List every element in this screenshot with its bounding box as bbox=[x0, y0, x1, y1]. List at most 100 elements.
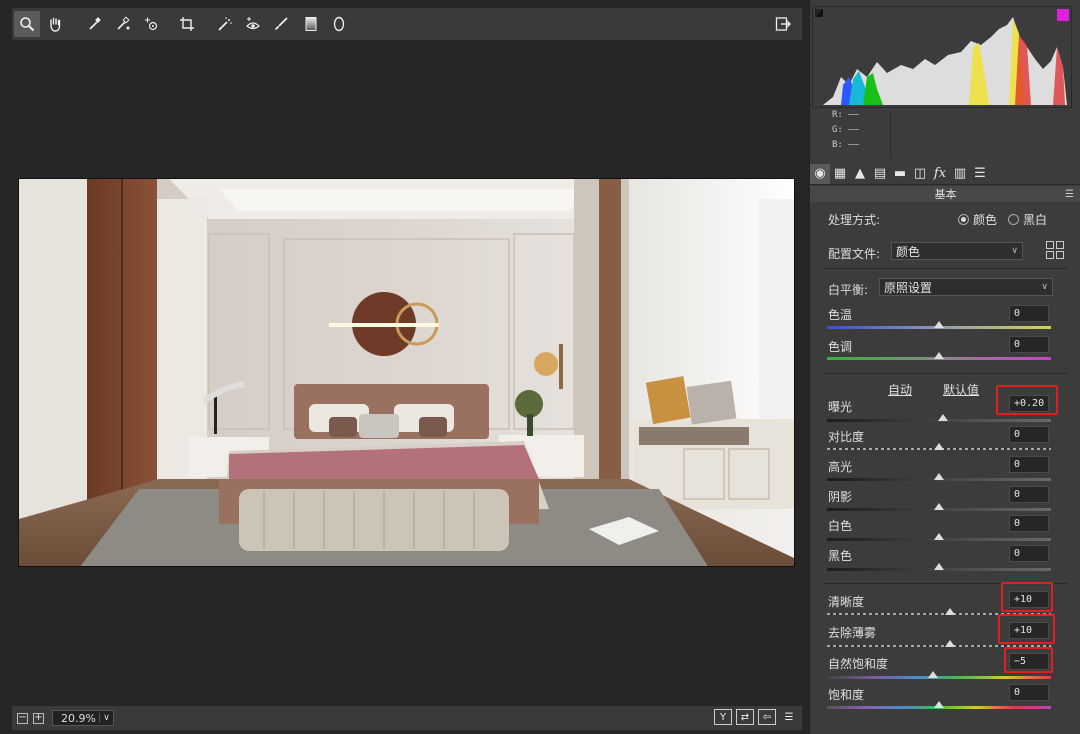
open-preferences-icon[interactable] bbox=[770, 11, 796, 37]
hand-icon[interactable] bbox=[42, 11, 68, 37]
tab-basic-icon[interactable]: ◉ bbox=[810, 163, 830, 184]
r-value: —— bbox=[848, 110, 860, 120]
highlights-slider[interactable] bbox=[827, 473, 1051, 481]
zoom-icon[interactable] bbox=[14, 11, 40, 37]
temp-input[interactable]: 0 bbox=[1009, 305, 1049, 322]
slider-thumb[interactable] bbox=[934, 443, 944, 450]
g-value: —— bbox=[848, 125, 860, 135]
slider-thumb[interactable] bbox=[928, 671, 939, 678]
saturation-input[interactable]: 0 bbox=[1009, 684, 1049, 701]
treatment-color-radio[interactable]: 颜色 bbox=[958, 211, 997, 228]
vibrance-slider[interactable] bbox=[827, 671, 1051, 679]
r-label: R: bbox=[832, 110, 843, 120]
tint-slider[interactable] bbox=[827, 352, 1051, 360]
highlight-box bbox=[998, 614, 1055, 644]
wb-value: 原照设置 bbox=[884, 280, 933, 295]
zoom-out-button[interactable]: − bbox=[17, 712, 28, 724]
tint-input[interactable]: 0 bbox=[1009, 336, 1049, 353]
target-adjust-icon[interactable] bbox=[138, 11, 164, 37]
shadows-slider[interactable] bbox=[827, 503, 1051, 511]
slider-thumb[interactable] bbox=[934, 701, 944, 708]
slider-thumb[interactable] bbox=[934, 533, 944, 540]
slider-thumb[interactable] bbox=[934, 563, 944, 570]
g-label: G: bbox=[832, 125, 843, 135]
profile-browser-icon[interactable] bbox=[1046, 241, 1064, 259]
highlight-box bbox=[996, 385, 1058, 415]
treatment-label: 处理方式: bbox=[828, 213, 881, 227]
chevron-down-icon: ∨ bbox=[1011, 246, 1018, 256]
tab-presets-icon[interactable]: ☰ bbox=[970, 164, 990, 184]
temp-slider[interactable] bbox=[827, 321, 1051, 329]
copy-settings-button[interactable]: ⇦ bbox=[758, 709, 776, 725]
shadows-input[interactable]: 0 bbox=[1009, 486, 1049, 503]
slider-thumb[interactable] bbox=[934, 352, 944, 359]
profile-value: 颜色 bbox=[896, 244, 921, 259]
b-value: —— bbox=[848, 140, 860, 150]
white-balance-select[interactable]: 原照设置 ∨ bbox=[879, 278, 1053, 296]
blacks-label: 黑色 bbox=[828, 549, 853, 563]
histogram bbox=[812, 6, 1072, 108]
zoom-level-value: 20.9% bbox=[61, 711, 96, 725]
contrast-slider[interactable] bbox=[827, 443, 1051, 450]
divider bbox=[890, 112, 891, 158]
blacks-input[interactable]: 0 bbox=[1009, 545, 1049, 562]
highlights-label: 高光 bbox=[828, 460, 853, 474]
adjustments-panel: R: —— G: —— B: —— ◉ ▦ ▲ ▤ ▬ ◫ fx ▥ ☰ 基本 … bbox=[809, 0, 1080, 734]
tab-lens-icon[interactable]: ◫ bbox=[910, 164, 930, 184]
wb-label: 白平衡: bbox=[828, 283, 869, 297]
spot-removal-icon[interactable] bbox=[212, 11, 238, 37]
auto-link[interactable]: 自动 bbox=[888, 381, 912, 398]
zoom-in-button[interactable]: + bbox=[33, 712, 44, 724]
panel-tabs: ◉ ▦ ▲ ▤ ▬ ◫ fx ▥ ☰ bbox=[810, 163, 1080, 185]
toolbar bbox=[12, 8, 802, 40]
contrast-label: 对比度 bbox=[828, 430, 865, 444]
radio-on-icon bbox=[958, 214, 969, 225]
saturation-slider[interactable] bbox=[827, 701, 1051, 709]
white-balance-icon[interactable] bbox=[82, 11, 108, 37]
tab-calibration-icon[interactable]: ▥ bbox=[950, 164, 970, 184]
slider-thumb[interactable] bbox=[934, 473, 944, 480]
b-label: B: bbox=[832, 140, 843, 150]
swap-settings-button[interactable]: ⇄ bbox=[736, 709, 754, 725]
graduated-filter-icon[interactable] bbox=[298, 11, 324, 37]
tab-split-toning-icon[interactable]: ▬ bbox=[890, 164, 910, 184]
vibrance-label: 自然饱和度 bbox=[828, 657, 889, 671]
slider-thumb[interactable] bbox=[938, 414, 949, 421]
dehaze-label: 去除薄雾 bbox=[828, 626, 877, 640]
default-link[interactable]: 默认值 bbox=[943, 381, 979, 398]
exposure-slider[interactable] bbox=[827, 414, 1051, 422]
blacks-slider[interactable] bbox=[827, 563, 1051, 571]
preview-canvas[interactable] bbox=[12, 40, 802, 706]
crop-icon[interactable] bbox=[174, 11, 200, 37]
panel-menu-icon[interactable]: ☰ bbox=[1065, 189, 1074, 200]
slider-thumb[interactable] bbox=[934, 503, 944, 510]
whites-slider[interactable] bbox=[827, 533, 1051, 541]
red-eye-icon[interactable] bbox=[240, 11, 266, 37]
slider-thumb[interactable] bbox=[945, 640, 956, 647]
highlights-input[interactable]: 0 bbox=[1009, 456, 1049, 473]
view-settings-button[interactable]: ☰ bbox=[780, 709, 798, 725]
profile-label: 配置文件: bbox=[828, 247, 881, 261]
radial-filter-icon[interactable] bbox=[326, 11, 352, 37]
rgb-readout: R: —— G: —— B: —— bbox=[812, 110, 890, 160]
whites-input[interactable]: 0 bbox=[1009, 515, 1049, 532]
temp-label: 色温 bbox=[828, 308, 853, 322]
contrast-input[interactable]: 0 bbox=[1009, 426, 1049, 443]
shadows-label: 阴影 bbox=[828, 490, 853, 504]
tab-effects-icon[interactable]: fx bbox=[930, 164, 950, 184]
tab-hsl-icon[interactable]: ▤ bbox=[870, 164, 890, 184]
tab-detail-icon[interactable]: ▲ bbox=[850, 164, 870, 184]
treatment-color-label: 颜色 bbox=[973, 213, 998, 227]
radio-off-icon bbox=[1008, 214, 1019, 225]
slider-thumb[interactable] bbox=[945, 608, 956, 615]
tab-tone-curve-icon[interactable]: ▦ bbox=[830, 164, 850, 184]
before-after-toggle-button[interactable]: Y bbox=[714, 709, 732, 725]
treatment-bw-radio[interactable]: 黑白 bbox=[1008, 211, 1047, 228]
brush-icon[interactable] bbox=[268, 11, 294, 37]
camera-raw-window: − + 20.9% ∨ Y ⇄ ⇦ ☰ R: —— G: —— B: —— ◉ … bbox=[0, 0, 1080, 734]
color-sampler-icon[interactable] bbox=[110, 11, 136, 37]
divider bbox=[824, 268, 1068, 269]
zoom-level-select[interactable]: 20.9% ∨ bbox=[52, 710, 114, 726]
slider-thumb[interactable] bbox=[934, 321, 944, 328]
profile-select[interactable]: 颜色 ∨ bbox=[891, 242, 1023, 260]
